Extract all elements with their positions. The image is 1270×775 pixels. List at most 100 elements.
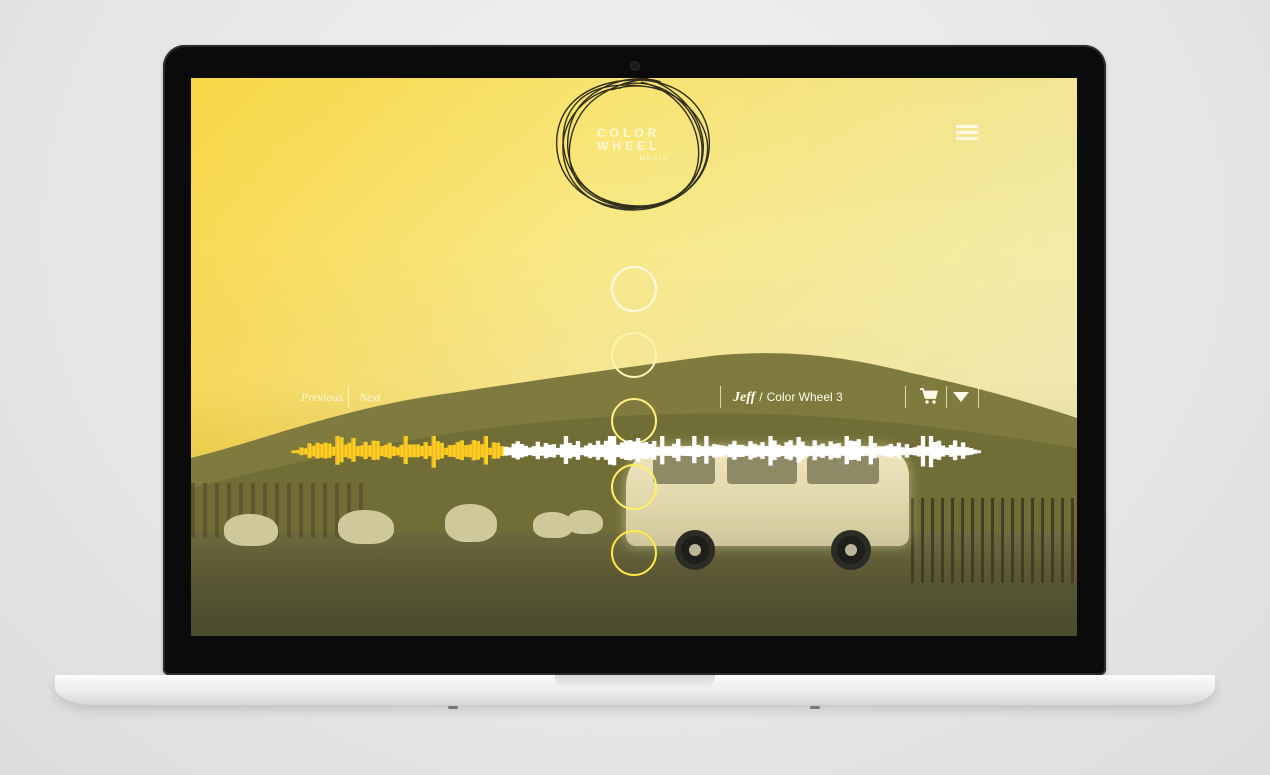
- waveform-bar-played: [387, 442, 392, 459]
- waveform-bar: [812, 440, 817, 461]
- waveform-bar: [551, 444, 557, 458]
- waveform-bar-played: [343, 444, 348, 458]
- waveform-bar: [664, 446, 669, 456]
- brand-name: COLOR WHEEL MUSIC: [597, 127, 677, 166]
- waveform-bar: [507, 447, 512, 456]
- track-info: Jeff / Color Wheel 3: [733, 390, 843, 406]
- waveform-bar: [768, 436, 773, 466]
- waveform-bar: [952, 440, 958, 461]
- waveform-bar: [900, 447, 906, 456]
- webcam: [630, 61, 640, 71]
- waveform-bar: [599, 444, 605, 458]
- previous-button[interactable]: Previous: [301, 390, 343, 405]
- waveform-bar: [876, 447, 882, 456]
- waveform-bar-played: [399, 444, 404, 458]
- waveform-bar: [555, 447, 561, 455]
- waveform-bar: [652, 440, 657, 460]
- waveform-bar: [748, 441, 753, 460]
- waveform-bar: [607, 436, 613, 465]
- waveform-bar: [579, 447, 585, 456]
- waveform-bar: [611, 436, 617, 466]
- waveform-bar-played: [487, 447, 492, 455]
- waveform-bar-played: [359, 445, 364, 457]
- color-dot-1[interactable]: [611, 266, 657, 312]
- waveform-bar-played: [367, 445, 372, 457]
- waveform-bar-played: [463, 445, 468, 457]
- laptop-foot: [448, 706, 458, 709]
- waveform-bar-played: [335, 436, 340, 465]
- van-wheel: [675, 530, 715, 570]
- waveform-bar-played: [415, 444, 420, 458]
- waveform-bar-played: [395, 447, 400, 456]
- track-divider: [720, 386, 721, 408]
- waveform-bar-played: [303, 448, 308, 455]
- waveform-bar: [700, 446, 705, 456]
- waveform-bar-played: [443, 447, 448, 455]
- waveform-bar: [864, 447, 869, 456]
- waveform-bar-played: [411, 444, 416, 458]
- waveform-bar: [575, 440, 581, 460]
- waveform-bar: [852, 441, 857, 460]
- waveform-bar: [972, 449, 978, 454]
- waveform-bar-played: [423, 442, 428, 459]
- laptop-foot: [810, 706, 820, 709]
- waveform-bar: [916, 445, 922, 457]
- brand-line3: MUSIC: [639, 156, 669, 162]
- audio-waveform-scrubber[interactable]: [291, 436, 981, 468]
- waveform-bar: [680, 447, 685, 455]
- hamburger-menu-icon[interactable]: [956, 125, 978, 141]
- waveform-bar: [591, 444, 597, 457]
- color-dot-2[interactable]: [611, 332, 657, 378]
- waveform-bar: [515, 441, 520, 460]
- rock: [445, 504, 497, 542]
- waveform-bar: [684, 446, 689, 456]
- waveform-bar: [912, 447, 918, 456]
- color-dot-4[interactable]: [611, 464, 657, 510]
- waveform-bar: [724, 447, 729, 456]
- waveform-bar-played: [483, 436, 488, 465]
- waveform-bar-played: [403, 436, 408, 464]
- waveform-bar: [648, 443, 653, 458]
- rock: [338, 510, 394, 544]
- fence-right: [911, 498, 1077, 583]
- waveform-bar: [884, 445, 890, 457]
- waveform-bar-played: [435, 441, 440, 460]
- waveform-bar: [547, 444, 553, 458]
- waveform-bar: [968, 448, 974, 455]
- waveform-bar-played: [315, 442, 320, 459]
- waveform-bar: [692, 436, 697, 464]
- waveform-bar: [587, 443, 593, 459]
- waveform-bar: [788, 440, 793, 461]
- waveform-bar-played: [383, 444, 388, 458]
- waveform-bar: [619, 442, 625, 459]
- waveform-bar-played: [351, 437, 356, 462]
- color-dot-5[interactable]: [611, 530, 657, 576]
- waveform-bar-played: [295, 450, 300, 454]
- waveform-bar: [888, 443, 894, 458]
- next-button[interactable]: Next: [359, 390, 381, 405]
- waveform-bar-played: [427, 445, 432, 457]
- shopping-cart-icon[interactable]: [919, 387, 939, 405]
- waveform-bar-played: [319, 444, 324, 458]
- waveform-bar: [660, 436, 665, 465]
- screen: COLOR WHEEL MUSIC Previous Next Jeff / Col…: [191, 78, 1077, 636]
- waveform-bar-played: [291, 450, 296, 454]
- waveform-bar: [503, 446, 508, 456]
- waveform-bar: [595, 440, 601, 460]
- triangle-down-icon[interactable]: [953, 392, 969, 402]
- waveform-bar-played: [323, 442, 328, 459]
- waveform-bar: [896, 442, 902, 459]
- waveform-bar: [640, 442, 645, 459]
- waveform-bar: [535, 441, 541, 460]
- waveform-bar: [740, 444, 745, 457]
- waveform-bar: [908, 447, 914, 455]
- waveform-bar: [668, 446, 673, 456]
- waveform-bar: [940, 445, 946, 457]
- waveform-bar: [567, 442, 573, 459]
- waveform-bar-played: [491, 442, 496, 459]
- waveform-bar: [744, 446, 749, 456]
- waveform-bar: [688, 446, 693, 457]
- waveform-bar-played: [475, 441, 480, 460]
- waveform-bar-played: [299, 447, 304, 456]
- waveform-bar: [720, 445, 725, 457]
